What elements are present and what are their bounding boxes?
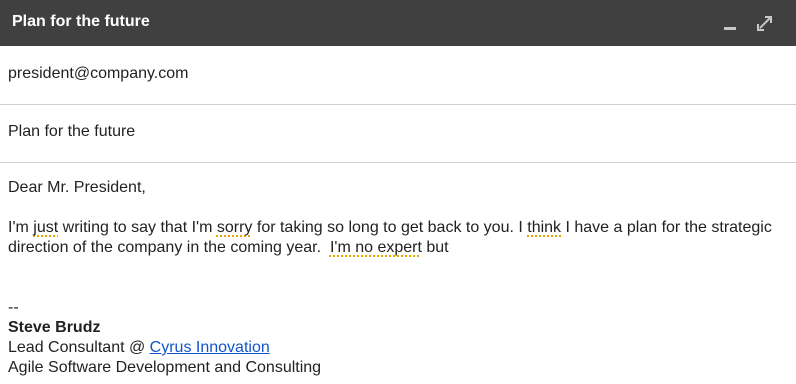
minimize-icon[interactable] [721, 12, 741, 34]
signature-tagline: Agile Software Development and Consultin… [8, 359, 322, 376]
text-segment: I'm [8, 219, 34, 236]
text-segment: but [421, 239, 449, 256]
spellcheck-word[interactable]: just [33, 219, 58, 236]
signature-role-prefix: Lead Consultant @ [8, 339, 150, 356]
message-body[interactable]: Dear Mr. President, I'm just writing to … [8, 178, 793, 378]
spellcheck-word[interactable]: think [527, 219, 561, 236]
company-link[interactable]: Cyrus Innovation [150, 339, 270, 356]
recipient-value: president@company.com [8, 65, 189, 82]
expand-icon[interactable] [755, 12, 775, 34]
greeting: Dear Mr. President, [8, 179, 146, 196]
text-segment: writing to say that I'm [58, 219, 217, 236]
signature: -- Steve Brudz Lead Consultant @ Cyrus I… [8, 298, 793, 378]
signature-separator: -- [8, 299, 19, 316]
compose-title-bar[interactable]: Plan for the future [0, 0, 796, 46]
text-segment: for taking so long to get back to you. I [252, 219, 528, 236]
spellcheck-phrase[interactable]: I'm no expert [330, 239, 422, 256]
recipient-field[interactable]: president@company.com [0, 46, 796, 105]
subject-value: Plan for the future [8, 123, 136, 140]
spellcheck-word[interactable]: sorry [217, 219, 253, 236]
signature-name: Steve Brudz [8, 319, 101, 336]
body-paragraph: I'm just writing to say that I'm sorry f… [8, 218, 793, 258]
signature-role: Lead Consultant @ Cyrus Innovation [8, 338, 793, 358]
subject-field[interactable]: Plan for the future [0, 105, 796, 163]
compose-title: Plan for the future [12, 13, 150, 30]
compose-window: Plan for the future president@company.co… [0, 0, 796, 384]
